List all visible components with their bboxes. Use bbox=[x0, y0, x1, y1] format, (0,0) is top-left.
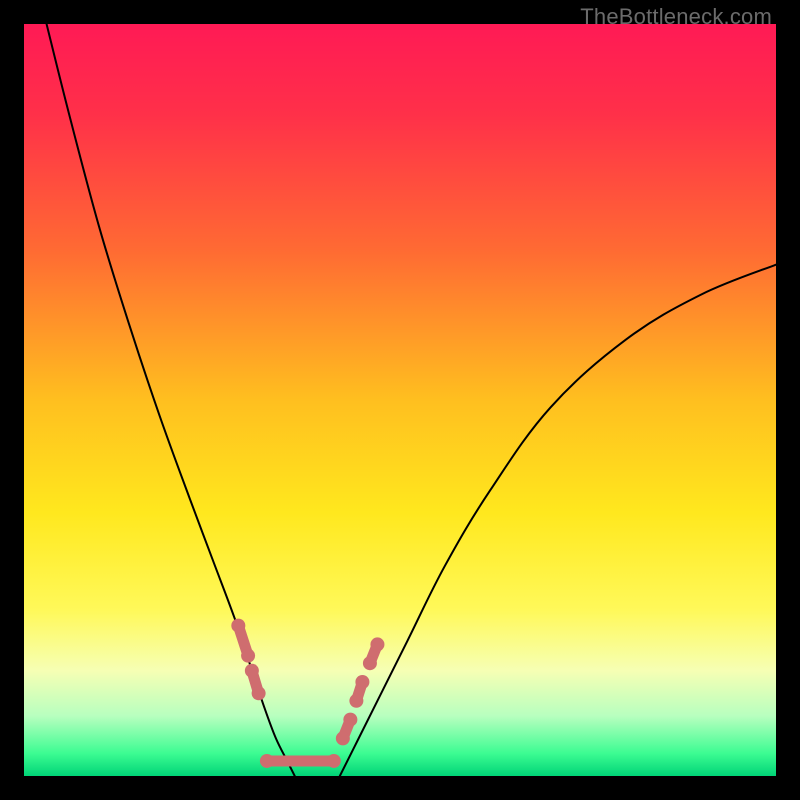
chart-svg bbox=[24, 24, 776, 776]
outer-frame: TheBottleneck.com bbox=[0, 0, 800, 800]
chart-background bbox=[24, 24, 776, 776]
plot-area bbox=[24, 24, 776, 776]
